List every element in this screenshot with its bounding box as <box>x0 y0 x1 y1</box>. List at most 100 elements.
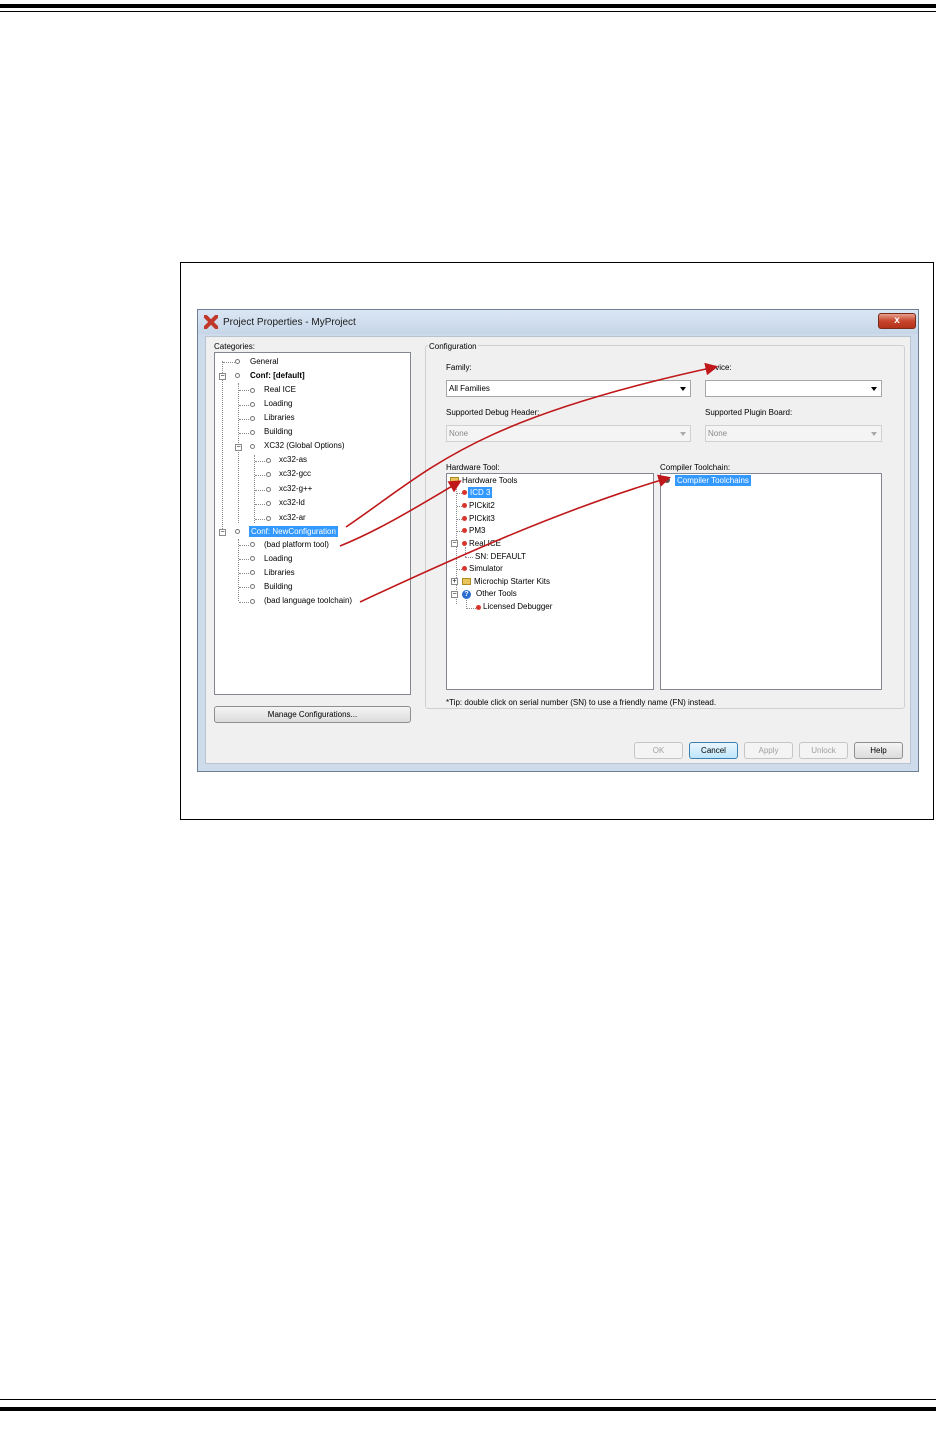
category-building[interactable]: Building <box>264 426 292 437</box>
debug-header-label: Supported Debug Header: <box>446 408 540 417</box>
node-icon <box>235 529 240 534</box>
node-icon <box>250 599 255 604</box>
apply-button[interactable]: Apply <box>744 742 793 759</box>
tool-simulator[interactable]: Simulator <box>469 563 503 574</box>
category-bad-language-toolchain[interactable]: (bad language toolchain) <box>264 595 352 606</box>
collapse-icon[interactable]: − <box>219 373 226 380</box>
top-rule-thin <box>0 11 936 12</box>
debug-header-select[interactable]: None <box>446 425 691 442</box>
unlock-button[interactable]: Unlock <box>799 742 848 759</box>
category-libraries-2[interactable]: Libraries <box>264 567 295 578</box>
question-icon: ? <box>462 590 471 599</box>
node-icon <box>250 584 255 589</box>
node-icon <box>250 444 255 449</box>
hardware-tool-label: Hardware Tool: <box>446 463 500 472</box>
node-icon <box>266 516 271 521</box>
close-button[interactable]: x <box>878 313 916 329</box>
node-icon <box>235 373 240 378</box>
tool-licensed-debugger[interactable]: Licensed Debugger <box>483 601 552 612</box>
category-libraries[interactable]: Libraries <box>264 412 295 423</box>
tool-dot-icon <box>462 541 467 546</box>
hardware-tool-tree[interactable]: Hardware Tools ICD 3 PICkit2 PICkit3 PM3… <box>446 473 654 690</box>
window-title: Project Properties - MyProject <box>223 317 356 328</box>
node-icon <box>250 542 255 547</box>
tool-dot-icon <box>462 528 467 533</box>
toolchain-compiler-toolchains[interactable]: Compiler Toolchains <box>675 475 751 486</box>
category-conf-default[interactable]: Conf: [default] <box>250 370 305 381</box>
ok-button[interactable]: OK <box>634 742 683 759</box>
manage-configurations-button[interactable]: Manage Configurations... <box>214 706 411 723</box>
tool-pm3[interactable]: PM3 <box>469 525 485 536</box>
categories-label: Categories: <box>214 342 255 351</box>
dialog-client-area: Categories: General − Conf: [default] Re… <box>205 336 911 764</box>
tool-pickit2[interactable]: PICkit2 <box>469 500 495 511</box>
top-rule <box>0 4 936 8</box>
tool-other-tools[interactable]: Other Tools <box>476 588 517 599</box>
tool-icd3[interactable]: ICD 3 <box>468 487 493 498</box>
node-icon <box>266 487 271 492</box>
folder-icon <box>462 578 471 585</box>
plugin-board-select[interactable]: None <box>705 425 882 442</box>
tool-pickit3[interactable]: PICkit3 <box>469 513 495 524</box>
compiler-toolchain-tree[interactable]: Compiler Toolchains <box>660 473 882 690</box>
family-label: Family: <box>446 363 472 372</box>
category-general[interactable]: General <box>250 356 278 367</box>
chevron-down-icon <box>871 432 877 436</box>
bottom-rule-thin <box>0 1399 936 1400</box>
category-xc32-gpp[interactable]: xc32-g++ <box>279 483 312 494</box>
collapse-icon[interactable]: − <box>235 444 242 451</box>
configuration-group-label: Configuration <box>428 342 478 351</box>
node-icon <box>250 430 255 435</box>
collapse-icon[interactable]: − <box>219 529 226 536</box>
family-select[interactable]: All Families <box>446 380 691 397</box>
chevron-down-icon <box>680 432 686 436</box>
category-bad-platform-tool[interactable]: (bad platform tool) <box>264 539 329 550</box>
node-icon <box>250 402 255 407</box>
node-icon <box>266 472 271 477</box>
category-xc32-global[interactable]: XC32 (Global Options) <box>264 440 344 451</box>
toolchain-icon <box>664 477 670 483</box>
chevron-down-icon <box>680 387 686 391</box>
category-conf-newconfiguration[interactable]: Conf: NewConfiguration <box>249 526 338 537</box>
tool-real-ice[interactable]: Real ICE <box>469 538 501 549</box>
tool-sn-default[interactable]: SN: DEFAULT <box>475 551 526 562</box>
node-icon <box>250 416 255 421</box>
compiler-toolchain-label: Compiler Toolchain: <box>660 463 731 472</box>
cancel-button[interactable]: Cancel <box>689 742 738 759</box>
category-real-ice[interactable]: Real ICE <box>264 384 296 395</box>
category-building-2[interactable]: Building <box>264 581 292 592</box>
collapse-icon[interactable]: − <box>451 591 458 598</box>
title-bar[interactable]: Project Properties - MyProject x <box>198 310 918 334</box>
project-properties-dialog: Project Properties - MyProject x Categor… <box>197 309 919 772</box>
node-icon <box>250 556 255 561</box>
collapse-icon[interactable]: − <box>451 540 458 547</box>
tool-dot-icon <box>462 503 467 508</box>
app-icon <box>204 315 218 329</box>
category-xc32-as[interactable]: xc32-as <box>279 454 307 465</box>
tool-dot-icon <box>462 490 467 495</box>
tool-hardware-tools[interactable]: Hardware Tools <box>462 475 517 486</box>
node-icon <box>235 359 240 364</box>
tip-text: *Tip: double click on serial number (SN)… <box>446 698 717 707</box>
folder-icon <box>450 477 459 484</box>
device-label: Device: <box>705 363 732 372</box>
categories-tree[interactable]: General − Conf: [default] Real ICE Loadi… <box>214 352 411 695</box>
bottom-rule <box>0 1407 936 1411</box>
close-icon: x <box>894 315 900 326</box>
tool-dot-icon <box>462 516 467 521</box>
plugin-board-label: Supported Plugin Board: <box>705 408 793 417</box>
category-loading-2[interactable]: Loading <box>264 553 292 564</box>
tool-microchip-starter-kits[interactable]: Microchip Starter Kits <box>474 576 550 587</box>
node-icon <box>250 388 255 393</box>
category-xc32-gcc[interactable]: xc32-gcc <box>279 468 311 479</box>
debug-header-value: None <box>449 429 469 438</box>
tool-dot-icon <box>476 605 481 610</box>
chevron-down-icon <box>871 387 877 391</box>
category-xc32-ar[interactable]: xc32-ar <box>279 512 306 523</box>
help-button[interactable]: Help <box>854 742 903 759</box>
category-loading[interactable]: Loading <box>264 398 292 409</box>
device-select[interactable] <box>705 380 882 397</box>
category-xc32-ld[interactable]: xc32-ld <box>279 497 305 508</box>
family-value: All Families <box>449 384 490 393</box>
expand-icon[interactable]: + <box>451 578 458 585</box>
